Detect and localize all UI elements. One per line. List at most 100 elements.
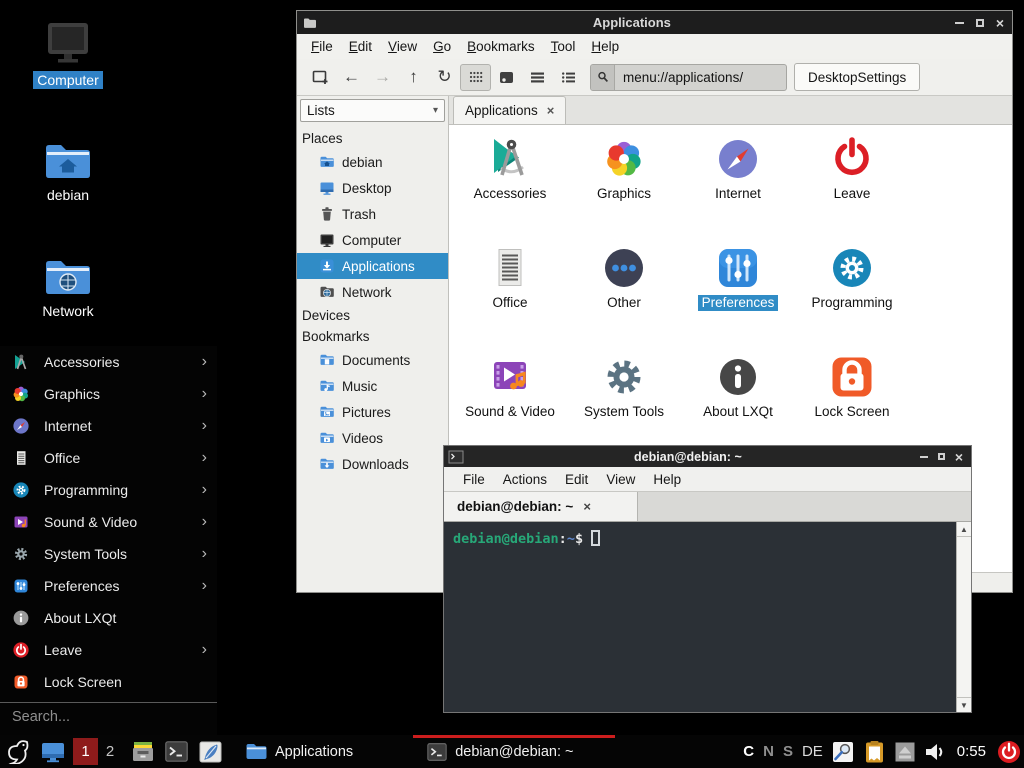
workspace-1-button[interactable]: 1 [73,738,98,765]
scroll-down-icon[interactable]: ▼ [957,697,971,712]
menu-item-about-lxqt[interactable]: About LXQt [0,602,217,634]
new-tab-button[interactable] [305,64,336,91]
prompt-user-host: debian@debian [453,531,559,547]
menu-help[interactable]: Help [644,470,690,489]
menu-actions[interactable]: Actions [494,470,556,489]
close-icon[interactable]: × [955,452,963,462]
scrollbar[interactable]: ▲ ▼ [956,522,971,712]
address-bar[interactable]: menu://applications/ [590,64,787,91]
up-button[interactable]: ↑ [398,64,429,91]
grid-item-graphics[interactable]: Graphics [567,131,681,240]
desktop-icon-computer[interactable]: Computer [14,20,122,89]
desktop: Computer debian Network Applications [0,0,1024,768]
grid-item-other[interactable]: Other [567,240,681,349]
grid-item-sound-video[interactable]: Sound & Video [453,349,567,458]
tab-close-icon[interactable]: × [583,499,591,514]
menu-file[interactable]: File [303,37,341,56]
screenshot-tray-icon[interactable] [832,741,854,763]
volume-tray-icon[interactable] [924,742,946,762]
menu-edit[interactable]: Edit [341,37,380,56]
menu-view[interactable]: View [597,470,644,489]
menu-item-sound-video[interactable]: Sound & Video › [0,506,217,538]
menu-file[interactable]: File [454,470,494,489]
sidebar-item-music[interactable]: Music [297,373,448,399]
menu-search-input[interactable]: Search... [0,703,217,731]
close-icon[interactable]: × [996,18,1004,28]
grid-item-internet[interactable]: Internet [681,131,795,240]
grid-item-leave[interactable]: Leave [795,131,909,240]
caps-lock-indicator[interactable]: C [743,743,754,760]
desktop-icon-debian[interactable]: debian [14,140,122,204]
menu-item-accessories[interactable]: Accessories › [0,346,217,378]
grid-item-accessories[interactable]: Accessories [453,131,567,240]
grid-item-preferences[interactable]: Preferences [681,240,795,349]
sidebar-item-documents[interactable]: Documents [297,347,448,373]
menu-item-office[interactable]: Office › [0,442,217,474]
file-manager-launcher[interactable] [131,740,155,763]
terminal-titlebar[interactable]: debian@debian: ~ × [444,446,971,467]
sidebar-item-applications[interactable]: Applications [297,253,448,279]
maximize-icon[interactable] [938,453,945,460]
back-button[interactable]: ← [336,64,367,91]
menu-item-internet[interactable]: Internet › [0,410,217,442]
clipboard-tray-icon[interactable] [863,740,886,764]
thumbnail-view-button[interactable] [491,64,522,91]
grid-item-lock-screen[interactable]: Lock Screen [795,349,909,458]
desktop-settings-button[interactable]: DesktopSettings [794,63,920,91]
forward-button[interactable]: → [367,64,398,91]
compact-view-button[interactable] [553,64,584,91]
terminal-body[interactable]: debian@debian:~$ ▲ ▼ [444,522,971,712]
sidebar-item-network[interactable]: Network [297,279,448,305]
menu-item-system-tools[interactable]: System Tools › [0,538,217,570]
minimize-icon[interactable] [955,22,964,24]
minimize-icon[interactable] [920,456,928,458]
file-manager-titlebar[interactable]: Applications × [297,11,1012,34]
sidebar-item-pictures[interactable]: Pictures [297,399,448,425]
grid-item-programming[interactable]: Programming [795,240,909,349]
reload-button[interactable]: ↻ [429,64,460,91]
eject-tray-icon[interactable] [895,742,915,762]
grid-item-system-tools[interactable]: System Tools [567,349,681,458]
clock[interactable]: 0:55 [957,743,986,760]
terminal-launcher[interactable] [165,741,188,762]
task-terminal[interactable]: debian@debian: ~ [413,735,615,768]
menu-item-preferences[interactable]: Preferences › [0,570,217,602]
scroll-up-icon[interactable]: ▲ [957,522,971,537]
main-menu-button[interactable] [5,739,31,764]
sidebar-item-computer[interactable]: Computer [297,227,448,253]
icon-view-button[interactable] [460,64,491,91]
num-lock-indicator[interactable]: N [763,743,774,760]
sidebar-item-videos[interactable]: Videos [297,425,448,451]
menu-item-lock-screen[interactable]: Lock Screen [0,666,217,698]
maximize-icon[interactable] [976,19,984,27]
menu-go[interactable]: Go [425,37,459,56]
menu-item-leave[interactable]: Leave › [0,634,217,666]
workspace-2-button[interactable]: 2 [102,743,118,760]
sidebar-mode-combo[interactable]: Lists ▾ [300,99,445,122]
power-button[interactable] [997,740,1021,764]
menu-tool[interactable]: Tool [543,37,584,56]
show-desktop-button[interactable] [41,741,65,763]
tab-close-icon[interactable]: × [547,103,555,118]
menu-item-programming[interactable]: Programming › [0,474,217,506]
sidebar-item-desktop[interactable]: Desktop [297,175,448,201]
chevron-down-icon: ▾ [433,105,438,116]
menu-view[interactable]: View [380,37,425,56]
keyboard-layout-indicator[interactable]: DE [802,743,823,760]
grid-item-about-lxqt[interactable]: About LXQt [681,349,795,458]
grid-item-office[interactable]: Office [453,240,567,349]
menu-bookmarks[interactable]: Bookmarks [459,37,543,56]
text-editor-launcher[interactable] [199,741,222,763]
detailed-list-button[interactable] [522,64,553,91]
tab-applications[interactable]: Applications × [453,96,566,124]
menu-item-graphics[interactable]: Graphics › [0,378,217,410]
menu-help[interactable]: Help [583,37,627,56]
desktop-icon-network[interactable]: Network [14,256,122,320]
task-applications[interactable]: Applications [237,735,361,768]
menu-edit[interactable]: Edit [556,470,597,489]
sidebar-item-debian[interactable]: debian [297,149,448,175]
scroll-lock-indicator[interactable]: S [783,743,793,760]
sidebar-item-downloads[interactable]: Downloads [297,451,448,477]
sidebar-item-trash[interactable]: Trash [297,201,448,227]
terminal-tab[interactable]: debian@debian: ~ × [444,492,638,521]
